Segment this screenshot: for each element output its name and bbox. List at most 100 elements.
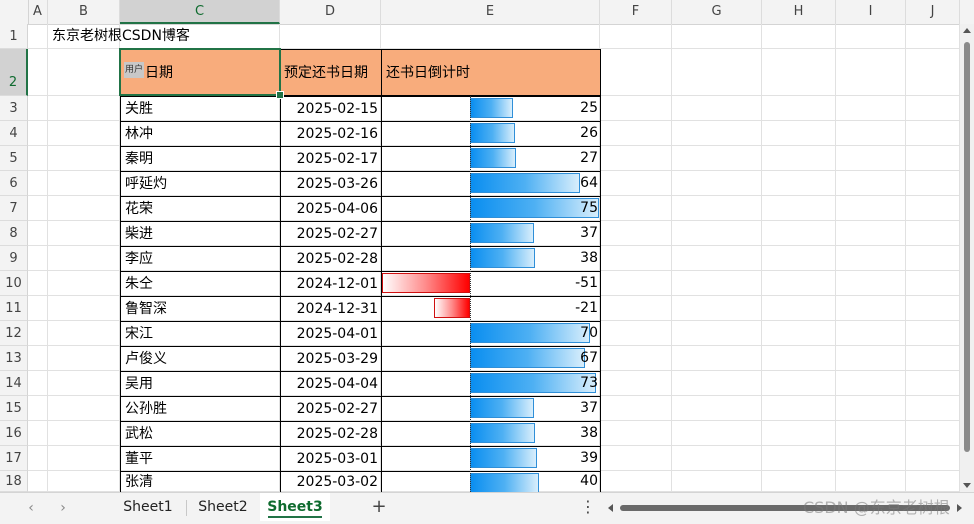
- sheet-tab-sheet1[interactable]: Sheet1: [110, 493, 186, 521]
- vertical-scrollbar[interactable]: [959, 24, 974, 492]
- record-countdown-value: 64: [580, 175, 598, 191]
- watermark: CSDN @东京老树根: [803, 498, 950, 517]
- record-countdown-value: 75: [580, 200, 598, 216]
- column-header-i[interactable]: I: [836, 0, 906, 24]
- record-date-cell[interactable]: 2025-03-26: [280, 171, 382, 197]
- record-name-cell[interactable]: 柴进: [120, 221, 281, 247]
- record-name-cell[interactable]: 花荣: [120, 196, 281, 222]
- record-countdown-value: 37: [580, 225, 598, 241]
- record-date-cell[interactable]: 2025-04-04: [280, 371, 382, 397]
- record-date-cell[interactable]: 2025-02-16: [280, 121, 382, 147]
- row-header-16[interactable]: 16: [0, 421, 28, 446]
- record-date-cell[interactable]: 2025-02-27: [280, 221, 382, 247]
- title-cell[interactable]: 东京老树根CSDN博客: [52, 24, 190, 49]
- row-header-17[interactable]: 17: [0, 446, 28, 471]
- record-name-cell[interactable]: 呼延灼: [120, 171, 281, 197]
- record-name-cell[interactable]: 林冲: [120, 121, 281, 147]
- sheet-tab-label: Sheet3: [267, 499, 323, 515]
- record-countdown-value: 39: [580, 450, 598, 466]
- row-header-5[interactable]: 5: [0, 146, 28, 171]
- record-countdown-value: 26: [580, 125, 598, 141]
- record-date-cell[interactable]: 2025-02-17: [280, 146, 382, 172]
- row-header-2[interactable]: 2: [0, 49, 28, 96]
- scroll-left-arrow-icon[interactable]: [608, 504, 613, 512]
- column-gridline: [761, 24, 762, 492]
- record-countdown-value: 38: [580, 425, 598, 441]
- record-date-cell[interactable]: 2024-12-31: [280, 296, 382, 322]
- header-countdown-cell[interactable]: 还书日倒计时: [381, 49, 601, 96]
- row-header-9[interactable]: 9: [0, 246, 28, 271]
- record-name-cell[interactable]: 张清: [120, 471, 281, 492]
- record-countdown-value: 73: [580, 375, 598, 391]
- record-name-cell[interactable]: 秦明: [120, 146, 281, 172]
- record-date-cell[interactable]: 2025-03-01: [280, 446, 382, 472]
- sheet-tab-label: Sheet2: [198, 499, 248, 515]
- column-header-e[interactable]: E: [381, 0, 600, 24]
- row-header-3[interactable]: 3: [0, 96, 28, 121]
- header-countdown-label: 还书日倒计时: [386, 65, 470, 81]
- column-header-d[interactable]: D: [280, 0, 381, 24]
- record-name-cell[interactable]: 吴用: [120, 371, 281, 397]
- record-countdown-value: 40: [580, 473, 598, 489]
- record-countdown-value: 37: [580, 400, 598, 416]
- row-header-6[interactable]: 6: [0, 171, 28, 196]
- scroll-down-arrow-icon[interactable]: [963, 483, 971, 488]
- more-options-icon[interactable]: ⋮: [580, 497, 596, 517]
- select-all-corner[interactable]: [0, 0, 29, 24]
- fill-handle[interactable]: [276, 91, 284, 99]
- record-date-cell[interactable]: 2025-02-28: [280, 421, 382, 447]
- row-header-10[interactable]: 10: [0, 271, 28, 296]
- record-name-cell[interactable]: 宋江: [120, 321, 281, 347]
- record-name-cell[interactable]: 关胜: [120, 96, 281, 122]
- column-header-g[interactable]: G: [672, 0, 762, 24]
- row-header-7[interactable]: 7: [0, 196, 28, 221]
- record-date-cell[interactable]: 2024-12-01: [280, 271, 382, 297]
- row-header-14[interactable]: 14: [0, 371, 28, 396]
- row-header-11[interactable]: 11: [0, 296, 28, 321]
- record-name-cell[interactable]: 公孙胜: [120, 396, 281, 422]
- column-header-j[interactable]: J: [906, 0, 960, 24]
- column-header-f[interactable]: F: [600, 0, 672, 24]
- record-date-cell[interactable]: 2025-02-28: [280, 246, 382, 272]
- prev-sheet-arrow-icon[interactable]: ‹: [22, 499, 40, 517]
- column-header-a[interactable]: A: [28, 0, 48, 24]
- add-sheet-button[interactable]: +: [369, 496, 389, 518]
- sheet-tab-sheet2[interactable]: Sheet2: [186, 493, 260, 521]
- record-name-cell[interactable]: 朱仝: [120, 271, 281, 297]
- record-name-cell[interactable]: 武松: [120, 421, 281, 447]
- row-header-15[interactable]: 15: [0, 396, 28, 421]
- row-header-12[interactable]: 12: [0, 321, 28, 346]
- record-countdown-value: 70: [580, 325, 598, 341]
- column-gridline: [47, 24, 48, 492]
- row-header-8[interactable]: 8: [0, 221, 28, 246]
- record-date-cell[interactable]: 2025-04-01: [280, 321, 382, 347]
- record-name-cell[interactable]: 李应: [120, 246, 281, 272]
- record-name-cell[interactable]: 董平: [120, 446, 281, 472]
- header-due-date-label: 预定还书日期: [284, 65, 368, 81]
- header-due-date-cell[interactable]: 预定还书日期: [280, 49, 382, 96]
- record-date-cell[interactable]: 2025-02-15: [280, 96, 382, 122]
- scroll-right-arrow-icon[interactable]: [957, 504, 962, 512]
- record-countdown-value: -21: [575, 300, 598, 316]
- column-header-b[interactable]: B: [48, 0, 120, 24]
- record-countdown-value: -51: [575, 275, 598, 291]
- record-date-cell[interactable]: 2025-03-02: [280, 471, 382, 492]
- record-date-cell[interactable]: 2025-04-06: [280, 196, 382, 222]
- record-date-cell[interactable]: 2025-02-27: [280, 396, 382, 422]
- record-name-cell[interactable]: 卢俊义: [120, 346, 281, 372]
- sheet-tab-sheet3[interactable]: Sheet3: [260, 493, 330, 521]
- row-header-1[interactable]: 1: [0, 24, 28, 49]
- row-header-18[interactable]: 18: [0, 471, 28, 492]
- record-countdown-value: 25: [580, 100, 598, 116]
- column-header-h[interactable]: H: [762, 0, 836, 24]
- column-header-c[interactable]: C: [120, 0, 280, 24]
- vertical-scroll-thumb[interactable]: [964, 42, 970, 452]
- row-header-13[interactable]: 13: [0, 346, 28, 371]
- record-date-cell[interactable]: 2025-03-29: [280, 346, 382, 372]
- scroll-up-arrow-icon[interactable]: [963, 28, 971, 33]
- active-cell-selection: [119, 48, 281, 96]
- row-header-4[interactable]: 4: [0, 121, 28, 146]
- next-sheet-arrow-icon[interactable]: ›: [54, 499, 72, 517]
- column-gridline: [835, 24, 836, 492]
- record-name-cell[interactable]: 鲁智深: [120, 296, 281, 322]
